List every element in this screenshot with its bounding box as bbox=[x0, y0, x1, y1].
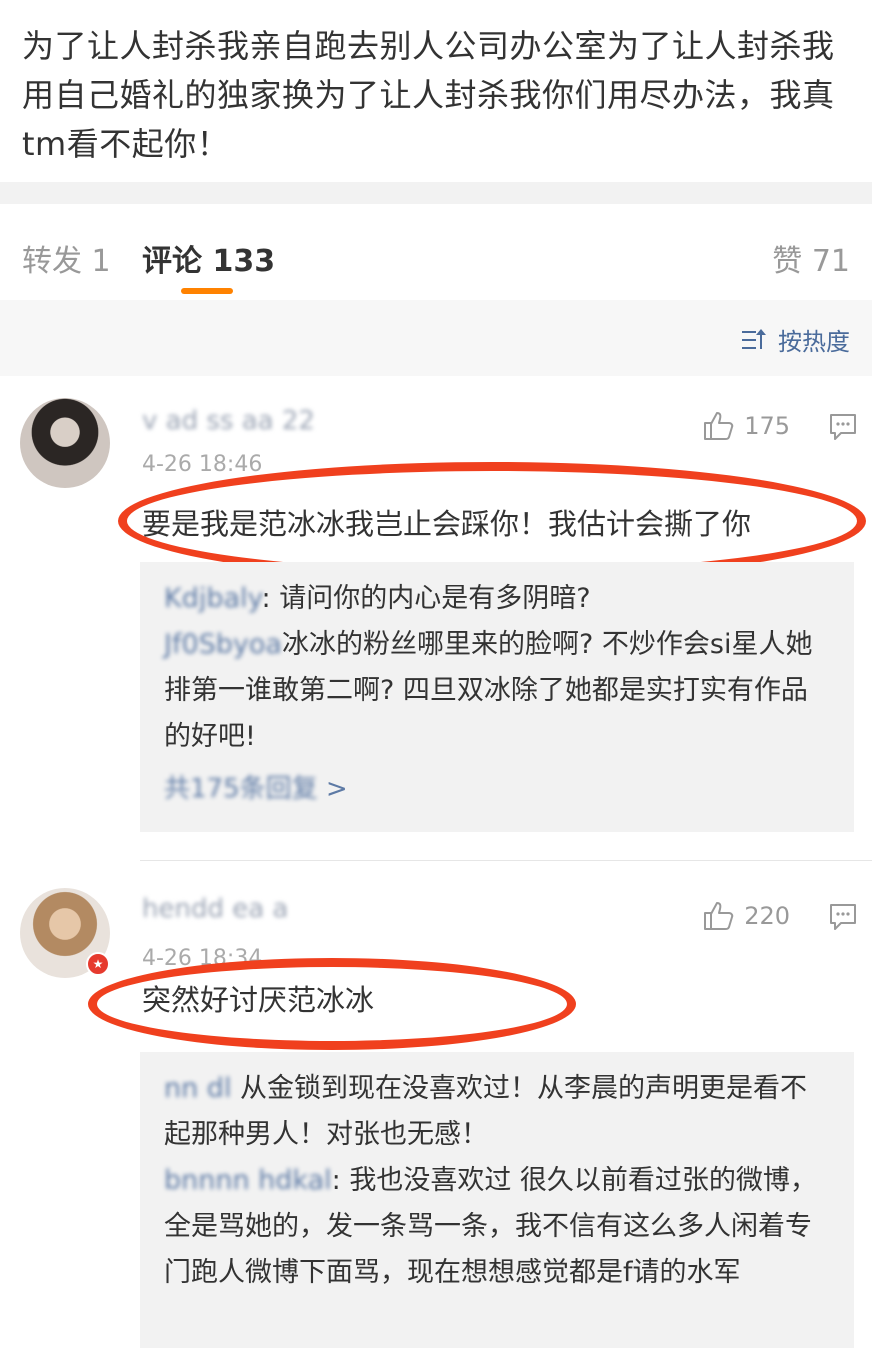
tab-bar: 转发 1 评论 133 赞 71 bbox=[0, 204, 872, 300]
comment-reply-icon[interactable] bbox=[828, 412, 858, 442]
avatar[interactable] bbox=[20, 398, 110, 488]
comment-time: 4-26 18:46 bbox=[142, 452, 263, 477]
sort-by-hot-button[interactable]: 按热度 bbox=[742, 322, 850, 357]
comment-text: 突然好讨厌范冰冰 bbox=[142, 983, 375, 1017]
post-text: 为了让人封杀我亲自跑去别人公司办公室为了让人封杀我用自己婚礼的独家换为了让人封杀… bbox=[22, 27, 835, 163]
reply-username[interactable]: bnnnn hdkal bbox=[164, 1165, 332, 1196]
reply-item: nn dl 从金锁到现在没喜欢过！从李晨的声明更是看不起那种男人！对张也无感！ bbox=[164, 1066, 830, 1158]
sort-icon bbox=[742, 328, 768, 351]
reply-thread[interactable]: nn dl 从金锁到现在没喜欢过！从李晨的声明更是看不起那种男人！对张也无感！ … bbox=[140, 1052, 854, 1348]
like-button[interactable]: 220 bbox=[702, 900, 790, 932]
sort-bar: 按热度 bbox=[0, 300, 872, 376]
comment-item: v ad ss aa 22 4-26 18:46 175 要是我是范冰冰我岂止会… bbox=[0, 376, 872, 861]
comment-username[interactable]: hendd ea a bbox=[142, 894, 288, 924]
reply-item: Kdjbaly: 请问你的内心是有多阴暗? bbox=[164, 576, 830, 622]
thumbs-up-icon bbox=[704, 902, 734, 930]
comment-item: ★ hendd ea a 4-26 18:34 220 突然好讨厌范冰冰 nn … bbox=[0, 864, 872, 1348]
reply-username[interactable]: Kdjbaly bbox=[164, 583, 262, 614]
comment-text: 要是我是范冰冰我岂止会踩你！我估计会撕了你 bbox=[142, 507, 752, 541]
thumbs-up-icon bbox=[704, 412, 734, 440]
comment-reply-icon[interactable] bbox=[828, 902, 858, 932]
comment-time: 4-26 18:34 bbox=[142, 946, 263, 971]
verified-badge-icon: ★ bbox=[86, 952, 110, 976]
tab-comments[interactable]: 评论 133 bbox=[142, 236, 275, 280]
active-tab-indicator bbox=[181, 288, 233, 294]
reply-username[interactable]: nn dl bbox=[164, 1073, 231, 1104]
reply-username[interactable]: Jf0Sbyoa bbox=[164, 629, 282, 660]
like-count: 175 bbox=[744, 412, 790, 440]
more-replies-link[interactable]: 共175条回复 > bbox=[164, 768, 830, 805]
reply-text: 从金锁到现在没喜欢过！从李晨的声明更是看不起那种男人！对张也无感！ bbox=[164, 1073, 808, 1150]
like-button[interactable]: 175 bbox=[702, 410, 790, 442]
tab-repost[interactable]: 转发 1 bbox=[22, 236, 111, 280]
sort-label: 按热度 bbox=[778, 328, 850, 356]
reply-text: : 请问你的内心是有多阴暗? bbox=[261, 583, 591, 614]
tab-likes[interactable]: 赞 71 bbox=[772, 236, 850, 280]
comment-username[interactable]: v ad ss aa 22 bbox=[142, 406, 315, 436]
comment-divider bbox=[140, 860, 872, 861]
reply-item: bnnnn hdkal: 我也没喜欢过 很久以前看过张的微博，全是骂她的，发一条… bbox=[164, 1158, 830, 1296]
section-divider bbox=[0, 182, 872, 204]
reply-item: Jf0Sbyoa冰冰的粉丝哪里来的脸啊? 不炒作会si星人她排第一谁敢第二啊? … bbox=[164, 622, 830, 760]
reply-thread[interactable]: Kdjbaly: 请问你的内心是有多阴暗? Jf0Sbyoa冰冰的粉丝哪里来的脸… bbox=[140, 562, 854, 832]
chevron-right-icon: > bbox=[325, 774, 348, 804]
like-count: 220 bbox=[744, 902, 790, 930]
